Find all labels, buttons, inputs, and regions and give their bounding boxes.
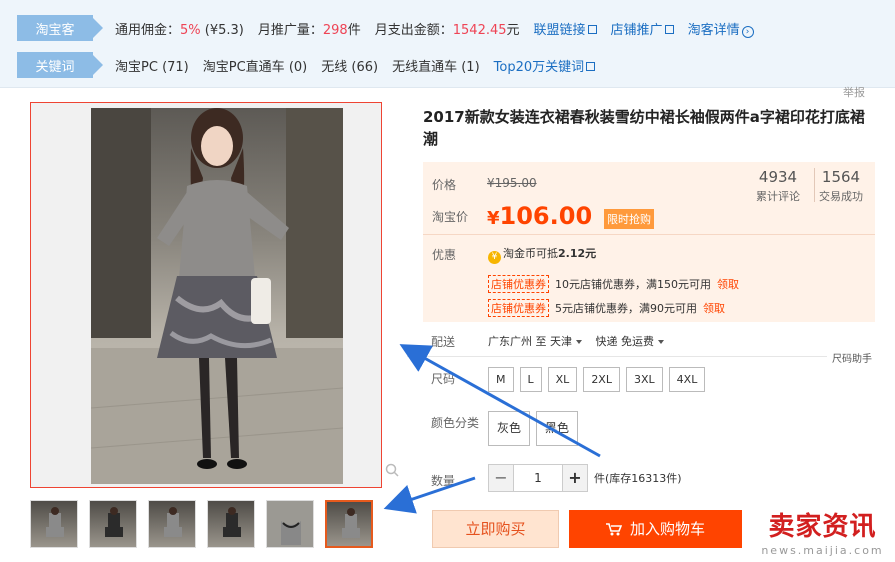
- shop-promo-link[interactable]: 店铺推广: [611, 19, 674, 38]
- thumbnail[interactable]: [266, 500, 314, 548]
- size-options: M L XL 2XL 3XL 4XL: [488, 367, 711, 392]
- divider: [407, 356, 827, 357]
- color-label: 颜色分类: [431, 416, 480, 430]
- size-option[interactable]: XL: [547, 367, 578, 392]
- coupon-badge: 店铺优惠券: [488, 299, 549, 317]
- external-link-icon: [664, 24, 674, 34]
- monthly-spend: 月支出金额：1542.45元: [374, 22, 520, 38]
- discount-label: 优惠: [432, 248, 457, 262]
- keywords-tag: 关键词: [17, 52, 103, 78]
- size-label: 尺码: [431, 372, 456, 386]
- keyword-item[interactable]: 淘宝PC直通车 (0): [203, 56, 307, 75]
- stat-divider: [814, 168, 815, 202]
- thumbnail[interactable]: [30, 500, 78, 548]
- top-keywords-link[interactable]: Top20万关键词: [494, 56, 596, 75]
- stock-info: 件(库存16313件): [594, 472, 682, 485]
- keyword-item[interactable]: 无线 (66): [321, 56, 378, 75]
- coupon-row: 店铺优惠券 5元店铺优惠券，满90元可用 领取: [488, 299, 725, 317]
- claim-coupon-link[interactable]: 领取: [703, 302, 725, 315]
- taobaoke-tag: 淘宝客: [17, 15, 103, 41]
- promo-price-label: 淘宝价: [432, 210, 469, 224]
- color-options: 灰色 黑色: [488, 411, 584, 446]
- taobaoke-row: 淘宝客 通用佣金：5% (¥5.3) 月推广量：298件 月支出金额：1542.…: [17, 15, 768, 41]
- caret-down-icon: [658, 340, 664, 344]
- delivery-selector: 广东广州 至 天津 快递 免运费: [488, 333, 674, 349]
- thumbnail[interactable]: [89, 500, 137, 548]
- external-link-icon: [587, 24, 597, 34]
- size-option[interactable]: 3XL: [625, 367, 663, 392]
- price-panel: 价格 ¥195.00 淘宝价 ¥106.00 限时抢购 4934 累计评论 15…: [423, 162, 875, 322]
- add-to-cart-button[interactable]: 加入购物车: [569, 510, 742, 548]
- watermark: 卖家资讯 news.maijia.com: [761, 512, 884, 557]
- claim-coupon-link[interactable]: 领取: [717, 278, 739, 291]
- keyword-item[interactable]: 无线直通车 (1): [392, 56, 480, 75]
- size-option[interactable]: L: [519, 367, 542, 392]
- review-count[interactable]: 4934 累计评论: [756, 168, 800, 204]
- caret-down-icon: [576, 340, 582, 344]
- quantity-stepper: − 1 + 件(库存16313件): [488, 464, 682, 492]
- quantity-decrease-button[interactable]: −: [488, 464, 514, 492]
- cart-icon: [605, 523, 622, 536]
- coupon-badge: 店铺优惠券: [488, 275, 549, 293]
- size-helper-link[interactable]: 尺码助手: [832, 350, 872, 365]
- arrow-right-circle-icon: ›: [741, 25, 754, 38]
- external-link-icon: [586, 61, 596, 71]
- model-figure-image: [91, 108, 343, 484]
- keyword-item[interactable]: 淘宝PC (71): [115, 56, 189, 75]
- delivery-label: 配送: [431, 335, 456, 349]
- taoke-detail-link[interactable]: 淘客详情 ›: [688, 19, 754, 38]
- size-option[interactable]: 4XL: [668, 367, 706, 392]
- sales-count: 1564 交易成功: [819, 168, 863, 203]
- thumbnail[interactable]: [148, 500, 196, 548]
- taojinbi-discount: ¥ 淘金币可抵2.12元: [488, 245, 596, 264]
- size-option[interactable]: M: [488, 367, 514, 392]
- color-option[interactable]: 黑色: [536, 411, 578, 446]
- monthly-promo: 月推广量：298件: [257, 22, 361, 38]
- size-option[interactable]: 2XL: [583, 367, 620, 392]
- taobaoke-plugin-bar: 淘宝客 通用佣金：5% (¥5.3) 月推广量：298件 月支出金额：1542.…: [0, 0, 895, 88]
- shipping-dropdown[interactable]: 快递 免运费: [596, 335, 675, 348]
- destination-dropdown[interactable]: 天津: [550, 335, 592, 348]
- keywords-row: 关键词 淘宝PC (71) 淘宝PC直通车 (0) 无线 (66) 无线直通车 …: [17, 52, 609, 78]
- divider: [423, 234, 875, 235]
- main-product-image[interactable]: [30, 102, 382, 488]
- commission: 通用佣金：5% (¥5.3): [115, 22, 244, 38]
- product-title: 2017新款女装连衣裙春秋装雪纺中裙长袖假两件a字裙印花打底裙潮: [423, 108, 865, 148]
- report-link[interactable]: 举报: [843, 84, 865, 100]
- color-option[interactable]: 灰色: [488, 411, 530, 446]
- product-photo: [91, 108, 343, 484]
- quantity-input[interactable]: 1: [514, 464, 562, 492]
- flash-sale-badge: 限时抢购: [604, 209, 654, 229]
- quantity-label: 数量: [431, 474, 456, 488]
- coin-icon: ¥: [488, 251, 501, 264]
- alliance-link[interactable]: 联盟链接: [534, 19, 597, 38]
- price-label: 价格: [432, 178, 457, 192]
- thumbnail[interactable]: [207, 500, 255, 548]
- promo-price: ¥106.00: [487, 202, 593, 230]
- original-price: ¥195.00: [487, 176, 537, 190]
- thumbnail-strip: [30, 500, 384, 548]
- thumbnail-active[interactable]: [325, 500, 373, 548]
- quantity-increase-button[interactable]: +: [562, 464, 588, 492]
- coupon-row: 店铺优惠券 10元店铺优惠券，满150元可用 领取: [488, 275, 739, 293]
- buy-now-button[interactable]: 立即购买: [432, 510, 559, 548]
- zoom-icon[interactable]: [385, 463, 399, 477]
